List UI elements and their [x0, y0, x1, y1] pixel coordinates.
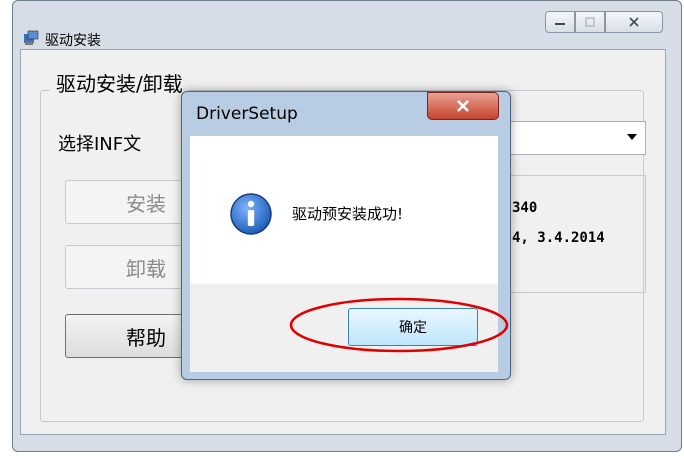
driver-info-line: 340 [512, 200, 538, 216]
dialog-close-button[interactable] [427, 92, 499, 120]
app-icon [24, 30, 39, 45]
uninstall-button[interactable]: 卸载 [65, 245, 185, 289]
info-icon [230, 193, 272, 235]
minimize-icon [555, 23, 565, 25]
minimize-button[interactable] [545, 11, 575, 33]
window-controls [545, 11, 663, 33]
help-button-label: 帮助 [126, 325, 166, 350]
select-inf-label: 选择INF文 [58, 134, 142, 155]
chevron-down-icon [627, 134, 637, 140]
close-icon [629, 17, 639, 27]
window-title: 驱动安装 [45, 33, 101, 49]
title-bar[interactable]: 驱动安装 [13, 1, 681, 51]
group-title: 驱动安装/卸载 [50, 68, 189, 97]
dialog-message: 驱动预安装成功! [292, 205, 404, 223]
install-button[interactable]: 安装 [65, 180, 185, 224]
install-button-label: 安装 [126, 191, 166, 216]
help-button[interactable]: 帮助 [65, 314, 185, 358]
dialog-title: DriverSetup [196, 104, 298, 124]
annotation-ellipse [289, 297, 509, 353]
maximize-icon [585, 17, 595, 27]
close-icon [457, 100, 469, 112]
close-button[interactable] [605, 11, 663, 33]
uninstall-button-label: 卸载 [126, 256, 166, 281]
maximize-button[interactable] [575, 11, 605, 33]
driver-info-line: 4, 3.4.2014 [512, 230, 605, 246]
inf-file-dropdown[interactable] [500, 121, 646, 155]
